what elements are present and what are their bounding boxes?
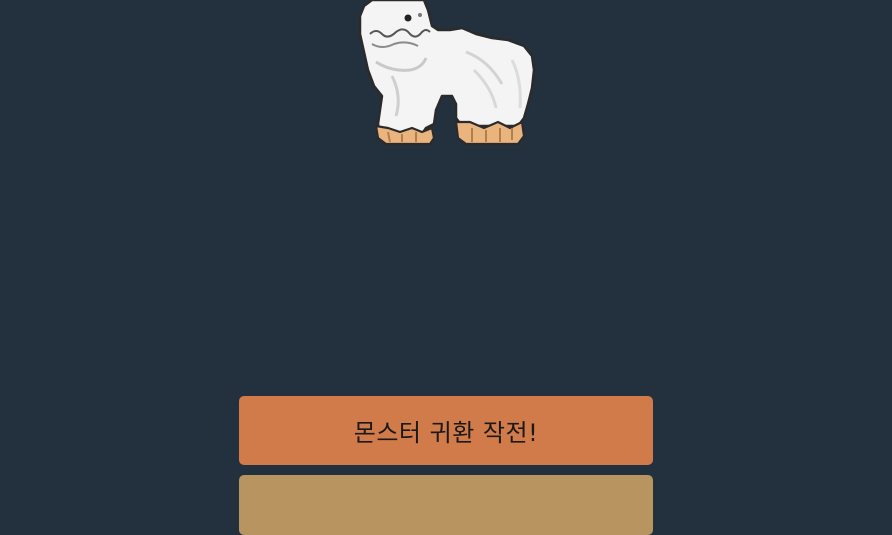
yeti-monster-sprite [358,0,536,146]
game-screen: 몬스터 귀환 작전! [0,0,892,535]
secondary-action-button[interactable] [239,475,653,535]
monster-return-mission-button[interactable]: 몬스터 귀환 작전! [239,396,653,465]
monster-return-mission-label: 몬스터 귀환 작전! [353,419,539,447]
